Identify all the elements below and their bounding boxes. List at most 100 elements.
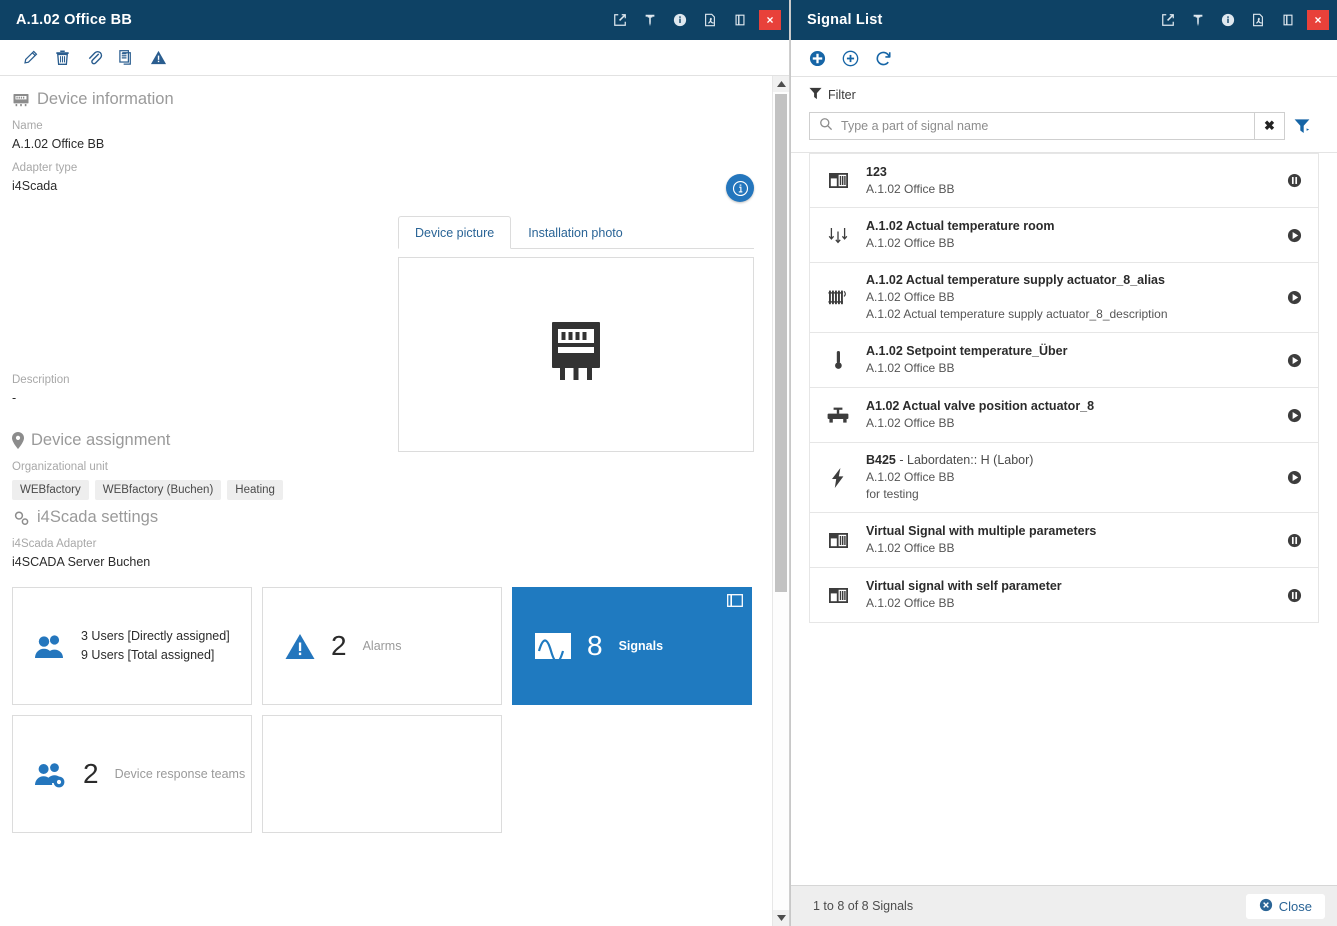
play-circle-icon[interactable]: [1270, 408, 1318, 423]
info-icon[interactable]: [669, 0, 691, 40]
device-window-title-buttons: ×: [609, 0, 789, 40]
signal-list: 123 A.1.02 Office BB: [791, 153, 1337, 885]
signal-name: A.1.02 Actual temperature supply actuato…: [866, 272, 1270, 289]
add-signal-icon[interactable]: [809, 50, 826, 67]
tab-installation-photo[interactable]: Installation photo: [511, 216, 640, 249]
signal-device: A.1.02 Office BB: [866, 181, 1270, 198]
list-item[interactable]: A.1.02 Setpoint temperature_Über A.1.02 …: [809, 333, 1319, 388]
list-item-text: A.1.02 Actual temperature supply actuato…: [866, 272, 1270, 323]
scroll-down-arrow[interactable]: [773, 910, 789, 926]
device-information-heading-text: Device information: [37, 90, 174, 109]
tile-users[interactable]: 3 Users [Directly assigned] 9 Users [Tot…: [12, 587, 252, 705]
i4scada-adapter-value: i4SCADA Server Buchen: [0, 555, 772, 569]
signal-device: A.1.02 Office BB: [866, 540, 1270, 557]
valve-icon: [810, 407, 866, 424]
electric-meter-icon: [545, 320, 607, 389]
list-item-text: B425 - Labordaten:: H (Labor) A.1.02 Off…: [866, 452, 1270, 503]
device-chip-icon: [12, 91, 30, 109]
device-picture-frame[interactable]: [398, 257, 754, 452]
search-clear-button[interactable]: ✖: [1255, 112, 1285, 140]
response-team-icon: [35, 761, 67, 788]
signal-wave-icon: [535, 632, 571, 660]
pause-circle-icon[interactable]: [1270, 533, 1318, 548]
signal-name: A1.02 Actual valve position actuator_8: [866, 398, 1270, 415]
signal-search-wrapper[interactable]: [809, 112, 1255, 140]
i4scada-settings-heading: i4Scada settings: [0, 508, 772, 527]
pin-icon[interactable]: [1187, 0, 1209, 40]
device-window-title: A.1.02 Office BB: [16, 12, 132, 28]
signal-device: A.1.02 Office BB: [866, 289, 1270, 306]
list-item-text: A1.02 Actual valve position actuator_8 A…: [866, 398, 1270, 432]
list-item[interactable]: B425 - Labordaten:: H (Labor) A.1.02 Off…: [809, 443, 1319, 513]
tile-signals-label: Signals: [619, 639, 663, 653]
pdf-icon[interactable]: [1247, 0, 1269, 40]
application-root: A.1.02 Office BB: [0, 0, 1337, 926]
list-item[interactable]: 123 A.1.02 Office BB: [809, 153, 1319, 208]
split-view-icon[interactable]: [729, 0, 751, 40]
signal-list-title-buttons: ×: [1157, 0, 1337, 40]
list-item[interactable]: Virtual Signal with multiple parameters …: [809, 513, 1319, 568]
device-panel-scrollbar[interactable]: [772, 76, 789, 926]
signal-list-footer: 1 to 8 of 8 Signals Close: [791, 885, 1337, 926]
split-view-icon[interactable]: [1277, 0, 1299, 40]
tile-users-line-2: 9 Users [Total assigned]: [81, 646, 230, 665]
advanced-filter-button[interactable]: [1285, 118, 1319, 134]
signal-block-icon: [810, 173, 866, 188]
tile-placeholder[interactable]: [262, 715, 502, 833]
open-external-icon[interactable]: [1157, 0, 1179, 40]
device-summary-tiles: 3 Users [Directly assigned] 9 Users [Tot…: [0, 569, 760, 833]
device-window-close-button[interactable]: ×: [759, 10, 781, 30]
list-item-text: A.1.02 Setpoint temperature_Über A.1.02 …: [866, 343, 1270, 377]
pdf-icon[interactable]: [699, 0, 721, 40]
signal-description: for testing: [866, 486, 1270, 503]
pause-circle-icon[interactable]: [1270, 588, 1318, 603]
info-circle-icon[interactable]: [726, 174, 754, 202]
add-existing-signal-icon[interactable]: [842, 50, 859, 67]
scroll-up-arrow[interactable]: [773, 76, 789, 92]
signal-name-suffix: - Labordaten:: H (Labor): [896, 453, 1034, 467]
copy-documents-icon[interactable]: [110, 42, 142, 74]
signal-block-icon: [810, 588, 866, 603]
tile-users-lines: 3 Users [Directly assigned] 9 Users [Tot…: [81, 627, 230, 665]
device-information-heading: Device information: [0, 90, 772, 109]
signal-list-close-button[interactable]: ×: [1307, 10, 1329, 30]
alarm-warning-icon[interactable]: [142, 42, 174, 74]
lightning-bolt-icon: [810, 468, 866, 488]
scrollbar-thumb[interactable]: [775, 94, 787, 592]
list-item[interactable]: A1.02 Actual valve position actuator_8 A…: [809, 388, 1319, 443]
signal-name: Virtual signal with self parameter: [866, 578, 1270, 595]
pause-circle-icon[interactable]: [1270, 173, 1318, 188]
list-item[interactable]: A.1.02 Actual temperature room A.1.02 Of…: [809, 208, 1319, 263]
pin-icon[interactable]: [639, 0, 661, 40]
device-detail-scroll-content: Device information Name A.1.02 Office BB…: [0, 76, 772, 926]
play-circle-icon[interactable]: [1270, 353, 1318, 368]
close-button[interactable]: Close: [1246, 894, 1325, 919]
device-picture-block: Device picture Installation photo: [398, 216, 754, 452]
edit-pencil-icon[interactable]: [14, 42, 46, 74]
scrollbar-track[interactable]: [773, 92, 789, 910]
list-item[interactable]: Virtual signal with self parameter A.1.0…: [809, 568, 1319, 623]
i4scada-settings-heading-text: i4Scada settings: [37, 508, 158, 527]
signal-name: 123: [866, 164, 1270, 181]
device-window-title-bar: A.1.02 Office BB: [0, 0, 789, 40]
org-unit-chip: WEBfactory (Buchen): [95, 480, 222, 500]
attachment-paperclip-icon[interactable]: [78, 42, 110, 74]
signal-search-input[interactable]: [841, 119, 1254, 133]
refresh-icon[interactable]: [875, 50, 892, 67]
open-external-icon[interactable]: [609, 0, 631, 40]
radiator-icon: [810, 288, 866, 307]
signal-name: B425 - Labordaten:: H (Labor): [866, 452, 1270, 469]
play-circle-icon[interactable]: [1270, 228, 1318, 243]
play-circle-icon[interactable]: [1270, 470, 1318, 485]
tile-alarms[interactable]: 2 Alarms: [262, 587, 502, 705]
split-view-icon[interactable]: [727, 594, 743, 612]
list-item[interactable]: A.1.02 Actual temperature supply actuato…: [809, 263, 1319, 333]
delete-trash-icon[interactable]: [46, 42, 78, 74]
tab-device-picture[interactable]: Device picture: [398, 216, 511, 249]
play-circle-icon[interactable]: [1270, 290, 1318, 305]
info-icon[interactable]: [1217, 0, 1239, 40]
tile-signals[interactable]: 8 Signals: [512, 587, 752, 705]
signal-name: A.1.02 Setpoint temperature_Über: [866, 343, 1270, 360]
tile-device-response-teams[interactable]: 2 Device response teams: [12, 715, 252, 833]
advanced-filter-icon: [809, 87, 822, 103]
